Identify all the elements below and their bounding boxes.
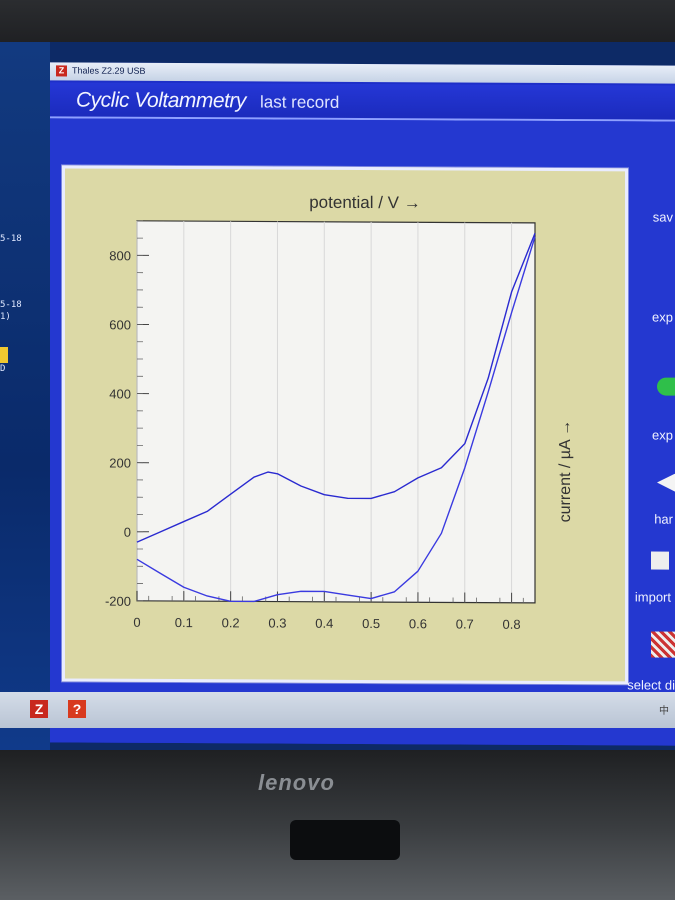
folder-icon[interactable] (0, 347, 8, 363)
page-subtitle: last record (260, 92, 340, 112)
import-button[interactable]: import (635, 589, 671, 604)
desktop-label[interactable]: D (0, 364, 5, 374)
help-task-button[interactable]: ? (68, 700, 86, 718)
x-tick-label: 0.3 (268, 616, 286, 631)
y-tick-label: 600 (109, 317, 131, 332)
title-bar: Z Thales Z2.29 USB (50, 62, 675, 84)
y-tick-label: 400 (109, 386, 131, 401)
import-icon[interactable] (651, 551, 669, 570)
system-tray[interactable]: 中 (659, 702, 669, 717)
x-tick-label: 0.6 (409, 616, 427, 631)
page-title: Cyclic Voltammetry (76, 88, 246, 113)
main-content: potential / V → current / µA → 0 0.1 0.2 0.… (50, 118, 675, 746)
page-heading: Cyclic Voltammetry last record (50, 82, 675, 122)
x-tick-label: 0.7 (456, 616, 474, 631)
desktop-label[interactable]: 1) (0, 312, 11, 322)
x-axis-label: potential / V → (309, 193, 421, 213)
y-tick-label: 800 (109, 248, 131, 263)
thales-task-button[interactable]: Z (30, 700, 48, 718)
desktop-strip: 5-18 5-18 1) D (0, 42, 50, 750)
x-tick-label: 0.2 (222, 615, 240, 630)
y-tick-label: 200 (109, 455, 131, 470)
desktop-label[interactable]: 5-18 (0, 300, 22, 310)
screen: 5-18 5-18 1) D Z Thales Z2.29 USB Cyclic… (0, 42, 675, 750)
save-button[interactable]: sav (653, 210, 673, 225)
x-tick-label: 0 (133, 615, 140, 630)
window-title: Thales Z2.29 USB (72, 65, 146, 76)
select-button[interactable]: select di (627, 677, 675, 692)
monitor-stand (290, 820, 400, 860)
desktop-label[interactable]: 5-18 (0, 234, 22, 244)
cv-chart: potential / V → current / µA → 0 0.1 0.2 0.… (105, 193, 574, 632)
hardcopy-button[interactable]: har (654, 512, 673, 527)
hardcopy-icon[interactable] (657, 474, 675, 492)
export-icon[interactable] (657, 377, 675, 396)
plot-area (136, 220, 536, 604)
app-logo-icon: Z (56, 65, 67, 77)
y-axis-label: current / µA → (557, 420, 574, 523)
app-window: Z Thales Z2.29 USB Cyclic Voltammetry la… (50, 62, 675, 746)
chart-panel: potential / V → current / µA → 0 0.1 0.2 0.… (62, 165, 628, 685)
y-tick-label: -200 (105, 594, 131, 609)
taskbar: Z ? 中 (0, 692, 675, 728)
x-tick-label: 0.5 (362, 616, 380, 631)
export-button[interactable]: exp (652, 310, 673, 325)
export2-button[interactable]: exp (652, 428, 673, 443)
monitor-brand: lenovo (258, 770, 335, 795)
x-tick-label: 0.8 (503, 617, 521, 632)
select-icon[interactable] (651, 631, 675, 658)
x-tick-label: 0.4 (315, 616, 333, 631)
y-tick-label: 0 (124, 525, 131, 540)
x-tick-label: 0.1 (175, 615, 193, 630)
